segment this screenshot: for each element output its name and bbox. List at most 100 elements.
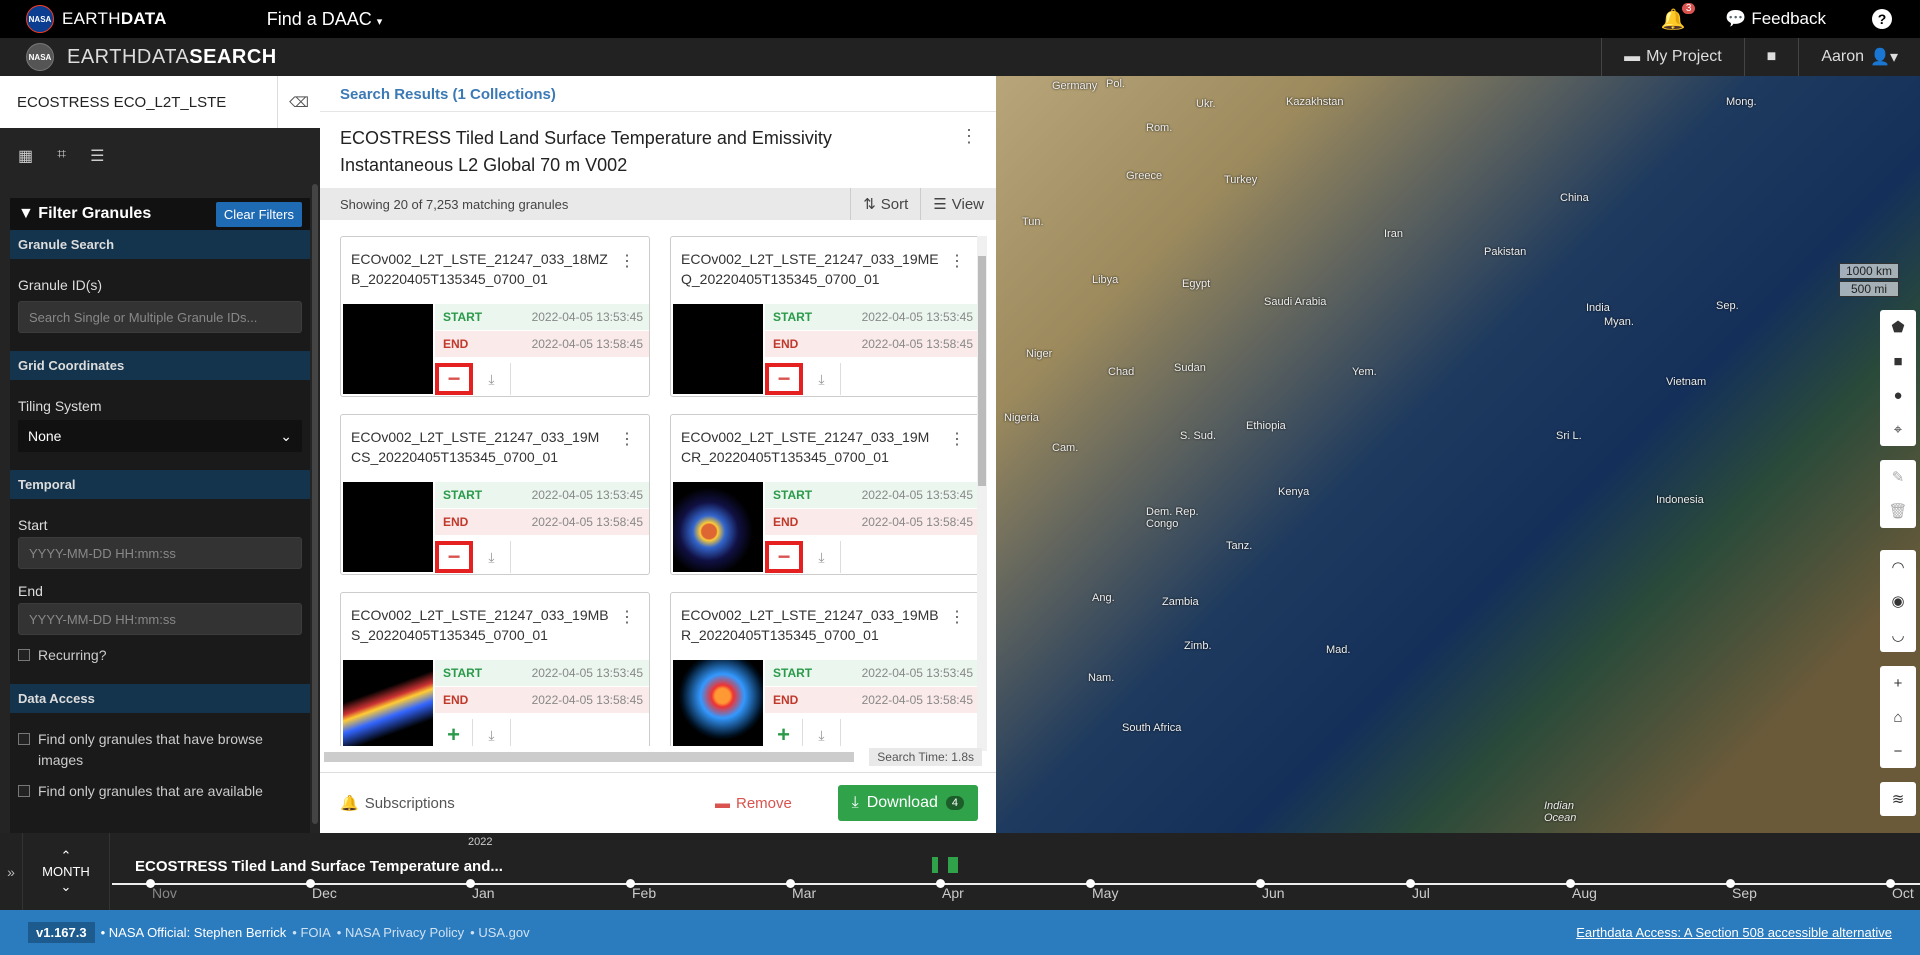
remove-from-project-minus-icon[interactable]: − [435,363,473,395]
granule-more-icon[interactable]: ⋮ [619,429,635,449]
granule-card[interactable]: ECOv002_L2T_LSTE_21247_033_18MZB_2022040… [340,236,650,397]
granule-more-icon[interactable]: ⋮ [619,607,635,627]
available-only-checkbox[interactable]: Find only granules that are available [10,781,310,802]
horizontal-scrollbar[interactable] [324,752,854,762]
download-icon[interactable]: ⤓ [803,541,841,573]
timeline-track[interactable] [112,883,1920,885]
timeline-month-label[interactable]: Aug [1572,885,1597,901]
nasa-logo[interactable]: NASA [26,5,54,33]
timeline-month-label[interactable]: Apr [942,885,964,901]
granule-card[interactable]: ECOv002_L2T_LSTE_21247_033_19MBS_2022040… [340,592,650,746]
download-icon[interactable]: ⤓ [473,719,511,746]
chevron-down-icon[interactable]: ⌄ [61,879,72,895]
antarctic-projection-icon[interactable]: ◡ [1891,618,1904,652]
earthdata-search-brand[interactable]: EARTHDATASEARCH [67,46,277,69]
user-menu[interactable]: Aaron 👤▾ [1799,47,1920,67]
granule-more-icon[interactable]: ⋮ [949,607,965,627]
timeline-month-label[interactable]: May [1092,885,1118,901]
subscriptions-button[interactable]: 🔔 Subscriptions [340,794,455,813]
granule-browse-image[interactable] [343,660,433,746]
my-project-button[interactable]: ▬ My Project [1602,48,1744,66]
map[interactable]: Germany Pol. Ukr. Kazakhstan Mong. Rom. Greece… [996,76,1920,833]
clear-filters-button[interactable]: Clear Filters [215,201,302,227]
timeline-month-label[interactable]: Dec [312,885,337,901]
feedback-button[interactable]: 💬 Feedback [1725,9,1826,29]
granule-more-icon[interactable]: ⋮ [619,251,635,271]
timeline-zoom-control[interactable]: ⌃ MONTH ⌄ [22,833,110,910]
granule-list-scrollbar[interactable] [977,236,987,751]
granule-card[interactable]: ECOv002_L2T_LSTE_21247_033_19MEQ_2022040… [670,236,980,397]
download-icon[interactable]: ⤓ [473,541,511,573]
sidebar-scrollbar[interactable] [312,184,318,824]
download-icon[interactable]: ⤓ [803,363,841,395]
edit-icon[interactable]: ✎ [1892,460,1905,494]
trash-icon[interactable]: 🗑 [1888,494,1907,528]
timeline-month-label[interactable]: Oct [1892,885,1914,901]
timeline-month-label[interactable]: Mar [792,885,816,901]
circle-icon[interactable]: ● [1893,378,1902,412]
remove-button[interactable]: ▬ Remove [715,795,792,812]
granule-browse-image[interactable] [673,304,763,394]
add-to-project-plus-icon[interactable]: + [435,719,473,746]
checkbox[interactable] [18,733,30,745]
foia-link[interactable]: • FOIA [292,925,331,940]
save-project-button[interactable]: ■ [1745,48,1799,66]
granule-card[interactable]: ECOv002_L2T_LSTE_21247_033_19MCS_2022040… [340,414,650,575]
granule-browse-image[interactable] [673,660,763,746]
accessible-alternative-link[interactable]: Earthdata Access: A Section 508 accessib… [1576,925,1892,940]
find-daac-dropdown[interactable]: Find a DAAC ▾ [267,9,383,30]
calendar-icon[interactable]: ▦ [18,146,33,166]
download-icon[interactable]: ⤓ [473,363,511,395]
notifications-bell-icon[interactable]: 🔔 3 [1661,2,1696,32]
timeline-month-label[interactable]: Jan [472,885,495,901]
end-date-input[interactable]: YYYY-MM-DD HH:mm:ss [18,603,302,635]
granule-more-icon[interactable]: ⋮ [949,251,965,271]
granule-browse-image[interactable] [673,482,763,572]
point-marker-icon[interactable]: ⌖ [1894,412,1902,446]
download-icon[interactable]: ⤓ [803,719,841,746]
zoom-in-icon[interactable]: + [1894,666,1903,700]
collapse-timeline-icon[interactable]: » [0,833,22,910]
privacy-policy-link[interactable]: • NASA Privacy Policy [337,925,464,940]
arctic-projection-icon[interactable]: ◠ [1891,550,1904,584]
add-to-project-plus-icon[interactable]: + [765,719,803,746]
earthdata-brand[interactable]: EARTHDATA [62,9,167,29]
help-icon[interactable]: ? [1872,9,1892,29]
remove-from-project-minus-icon[interactable]: − [435,541,473,573]
timeline-month-label[interactable]: Jun [1262,885,1285,901]
granule-ids-input[interactable]: Search Single or Multiple Granule IDs... [18,301,302,333]
checkbox[interactable] [18,785,30,797]
granule-browse-image[interactable] [343,482,433,572]
collection-search-input[interactable]: ECOSTRESS ECO_L2T_LSTE [0,76,277,128]
checkbox[interactable] [18,649,30,661]
timeline-month-label[interactable]: Sep [1732,885,1757,901]
granule-card[interactable]: ECOv002_L2T_LSTE_21247_033_19MCR_2022040… [670,414,980,575]
polygon-icon[interactable]: ⬟ [1891,310,1904,344]
remove-from-project-minus-icon[interactable]: − [765,541,803,573]
globe-icon[interactable]: ◉ [1891,584,1904,618]
sliders-icon[interactable]: ☰ [90,146,104,166]
view-button[interactable]: ☰ View [920,188,996,220]
home-icon[interactable]: ⌂ [1893,700,1902,734]
clear-search-eraser-icon[interactable]: ⌫ [277,76,320,128]
timeline-month-label[interactable]: Jul [1412,885,1430,901]
sort-button[interactable]: ⇅ Sort [850,188,920,220]
nasa-meatball-logo[interactable]: NASA [26,43,54,71]
recurring-checkbox[interactable]: Recurring? [10,645,310,666]
start-date-input[interactable]: YYYY-MM-DD HH:mm:ss [18,537,302,569]
timeline-month-label[interactable]: Feb [632,885,656,901]
granule-card[interactable]: ECOv002_L2T_LSTE_21247_033_19MBR_2022040… [670,592,980,746]
search-results-breadcrumb[interactable]: Search Results (1 Collections) [320,76,996,112]
usa-gov-link[interactable]: • USA.gov [470,925,529,940]
download-button[interactable]: ⤓ Download 4 [837,785,978,821]
granule-browse-image[interactable] [343,304,433,394]
scrollbar-thumb[interactable] [978,256,986,486]
collection-more-icon[interactable]: ⋮ [960,126,978,147]
remove-from-project-minus-icon[interactable]: − [765,363,803,395]
tiling-system-select[interactable]: None ⌄ [18,420,302,452]
browse-only-checkbox[interactable]: Find only granules that have browse imag… [10,729,310,771]
layers-icon[interactable]: ≋ [1892,782,1905,816]
rectangle-icon[interactable]: ■ [1893,344,1902,378]
granule-more-icon[interactable]: ⋮ [949,429,965,449]
zoom-out-icon[interactable]: − [1894,734,1903,768]
